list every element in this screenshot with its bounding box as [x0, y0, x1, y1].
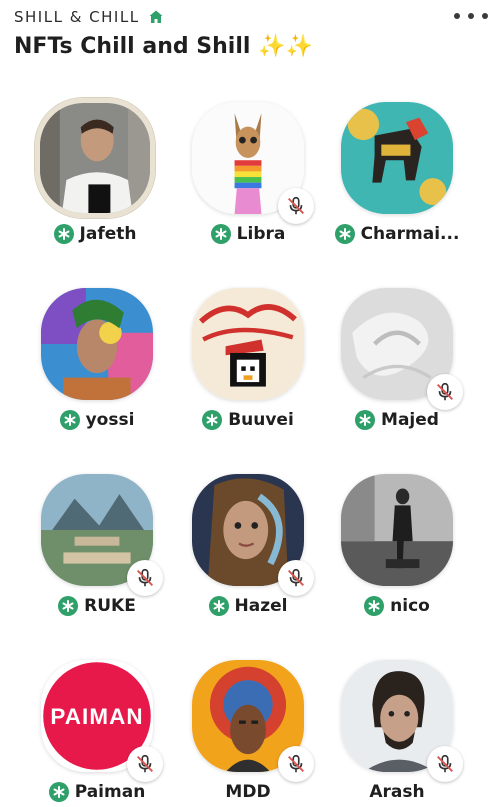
- speaker-name-row: Libra: [173, 224, 323, 244]
- moderator-icon: [202, 410, 223, 430]
- speaker-name: Buuvei: [228, 410, 294, 430]
- dot-icon: [482, 13, 488, 19]
- speaker-name-row: Jafeth: [20, 224, 170, 244]
- dot-icon: [468, 13, 474, 19]
- muted-mic-icon: [127, 560, 163, 596]
- room-title-text: NFTs Chill and Shill: [14, 34, 251, 59]
- speaker-tile[interactable]: MDD: [173, 646, 323, 807]
- avatar-image: [341, 474, 453, 586]
- speaker-name: Majed: [381, 410, 439, 430]
- speaker-tile[interactable]: yossi: [22, 274, 172, 444]
- speaker-tile[interactable]: Arash: [322, 646, 472, 807]
- speaker-name-row: MDD: [173, 782, 323, 802]
- speaker-tile[interactable]: Majed: [322, 274, 472, 444]
- speaker-tile[interactable]: Libra: [173, 88, 323, 258]
- muted-mic-icon: [427, 746, 463, 782]
- moderator-icon: [210, 224, 231, 244]
- speaker-tile[interactable]: Charmai...: [322, 88, 472, 258]
- speaker-name-row: yossi: [22, 410, 172, 430]
- muted-mic-icon: [427, 374, 463, 410]
- speaker-name-row: RUKE: [22, 596, 172, 616]
- room-title: NFTs Chill and Shill ✨✨: [14, 34, 313, 59]
- speaker-name: Hazel: [234, 596, 288, 616]
- moderator-icon: [53, 224, 74, 244]
- speaker-name-row: Hazel: [173, 596, 323, 616]
- moderator-icon: [59, 410, 80, 430]
- avatar: [341, 102, 453, 214]
- moderator-icon: [355, 410, 376, 430]
- avatar-container: [188, 656, 314, 782]
- avatar-container: [188, 470, 314, 596]
- moderator-icon: [334, 224, 355, 244]
- speaker-name: Libra: [236, 224, 286, 244]
- speaker-tile[interactable]: nico: [322, 460, 472, 630]
- speaker-tile[interactable]: Jafeth: [20, 88, 170, 258]
- paiman-logo-text: PAIMAN: [50, 704, 143, 729]
- moderator-icon: [58, 596, 79, 616]
- house-icon: [148, 9, 164, 25]
- speaker-name: yossi: [85, 410, 135, 430]
- avatar-container: PAIMAN: [37, 656, 163, 782]
- speaker-name: Paiman: [74, 782, 146, 802]
- avatar: [35, 98, 155, 218]
- speaker-name-row: Arash: [322, 782, 472, 802]
- avatar-image: [341, 102, 453, 214]
- club-header[interactable]: SHILL & CHILL: [14, 6, 164, 28]
- avatar: [192, 288, 304, 400]
- moderator-icon: [48, 782, 69, 802]
- speaker-name-row: Buuvei: [173, 410, 323, 430]
- avatar: [41, 288, 153, 400]
- avatar-image: [192, 288, 304, 400]
- avatar-container: [188, 284, 308, 404]
- speaker-name: Arash: [369, 782, 425, 802]
- speaker-name: Jafeth: [79, 224, 137, 244]
- room-screen: SHILL & CHILL NFTs Chill and Shill ✨✨ Ja…: [0, 0, 500, 807]
- avatar: [341, 474, 453, 586]
- dot-icon: [454, 13, 460, 19]
- speaker-tile[interactable]: Buuvei: [173, 274, 323, 444]
- speaker-name-row: Paiman: [22, 782, 172, 802]
- avatar-container: [337, 470, 457, 590]
- avatar-container: [337, 656, 463, 782]
- muted-mic-icon: [278, 746, 314, 782]
- moderator-icon: [208, 596, 229, 616]
- muted-mic-icon: [127, 746, 163, 782]
- speaker-tile[interactable]: RUKE: [22, 460, 172, 630]
- speaker-name: Charmai...: [360, 224, 460, 244]
- speaker-name: RUKE: [84, 596, 136, 616]
- speaker-name-row: nico: [322, 596, 472, 616]
- avatar-image: [41, 288, 153, 400]
- muted-mic-icon: [278, 188, 314, 224]
- speaker-name: nico: [390, 596, 430, 616]
- avatar-container: [337, 284, 463, 410]
- avatar-container: [35, 98, 155, 218]
- speaker-grid: Jafeth Libra Charmai... yossi Buuvei Maj…: [0, 80, 500, 807]
- more-options-button[interactable]: [454, 8, 488, 24]
- speaker-name-row: Majed: [322, 410, 472, 430]
- speaker-name: MDD: [225, 782, 271, 802]
- avatar-container: [37, 284, 157, 404]
- avatar-image: [40, 103, 150, 213]
- speaker-tile[interactable]: PAIMAN Paiman: [22, 646, 172, 807]
- club-name[interactable]: SHILL & CHILL: [14, 8, 140, 26]
- speaker-tile[interactable]: Hazel: [173, 460, 323, 630]
- muted-mic-icon: [278, 560, 314, 596]
- avatar-container: [188, 98, 314, 224]
- avatar-container: [337, 98, 457, 218]
- sparkles-icon: ✨✨: [258, 34, 313, 59]
- speaker-name-row: Charmai...: [322, 224, 472, 244]
- moderator-icon: [364, 596, 385, 616]
- avatar-container: [37, 470, 163, 596]
